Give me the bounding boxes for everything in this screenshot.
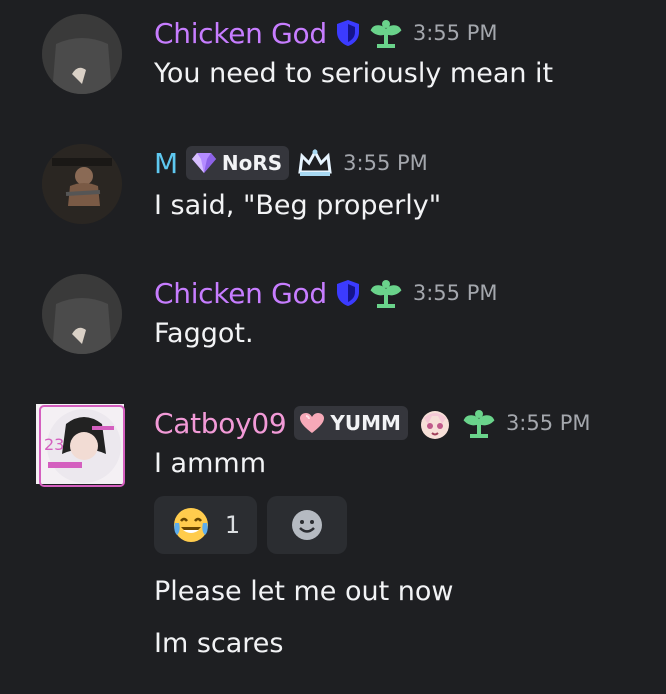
message-text: Faggot.: [154, 318, 254, 349]
reaction-count: 1: [224, 511, 241, 539]
leaf-icon[interactable]: [369, 18, 403, 48]
reaction-laughing[interactable]: 1: [154, 496, 257, 554]
gem-icon: [191, 152, 217, 174]
guild-tag[interactable]: YUMM: [294, 406, 408, 440]
message-text: I said, "Beg properly": [154, 190, 442, 221]
crown-icon[interactable]: [297, 148, 333, 178]
reactions-bar: 1: [154, 496, 347, 554]
timestamp: 3:55 PM: [412, 21, 498, 45]
guild-tag-label: NoRS: [221, 151, 283, 175]
leaf-icon[interactable]: [462, 408, 496, 438]
timestamp: 3:55 PM: [343, 151, 428, 175]
avatar[interactable]: [42, 274, 122, 354]
message-text: You need to seriously mean it: [154, 58, 554, 89]
shield-icon[interactable]: [335, 19, 361, 47]
laughing-tears-icon: [171, 505, 211, 545]
shield-icon[interactable]: [335, 279, 361, 307]
message-header: Catboy09 YUMM 3:55 PM: [154, 403, 591, 443]
heart-icon: [299, 412, 325, 434]
avatar[interactable]: [42, 144, 122, 224]
avatar[interactable]: [42, 14, 122, 94]
guild-tag[interactable]: NoRS: [185, 146, 290, 180]
svg-text:23: 23: [44, 435, 64, 454]
avatar[interactable]: 23: [36, 404, 125, 487]
author-name[interactable]: Chicken God: [154, 277, 327, 310]
author-name[interactable]: Catboy09: [154, 407, 287, 440]
add-reaction-button[interactable]: [267, 496, 347, 554]
author-name[interactable]: M: [154, 147, 178, 180]
timestamp: 3:55 PM: [505, 411, 591, 435]
message-header: Chicken God 3:55 PM: [154, 13, 498, 53]
message-text: I ammm: [154, 448, 266, 479]
message-header: M NoRS 3:55 PM: [154, 143, 428, 183]
smiley-add-icon: [290, 508, 324, 542]
message-text: Im scares: [154, 628, 284, 659]
guild-tag-label: YUMM: [330, 411, 401, 435]
leaf-icon[interactable]: [369, 278, 403, 308]
timestamp: 3:55 PM: [412, 281, 498, 305]
message-text: Please let me out now: [154, 576, 454, 607]
author-name[interactable]: Chicken God: [154, 17, 327, 50]
anime-face-icon[interactable]: [416, 404, 454, 442]
message-header: Chicken God 3:55 PM: [154, 273, 498, 313]
